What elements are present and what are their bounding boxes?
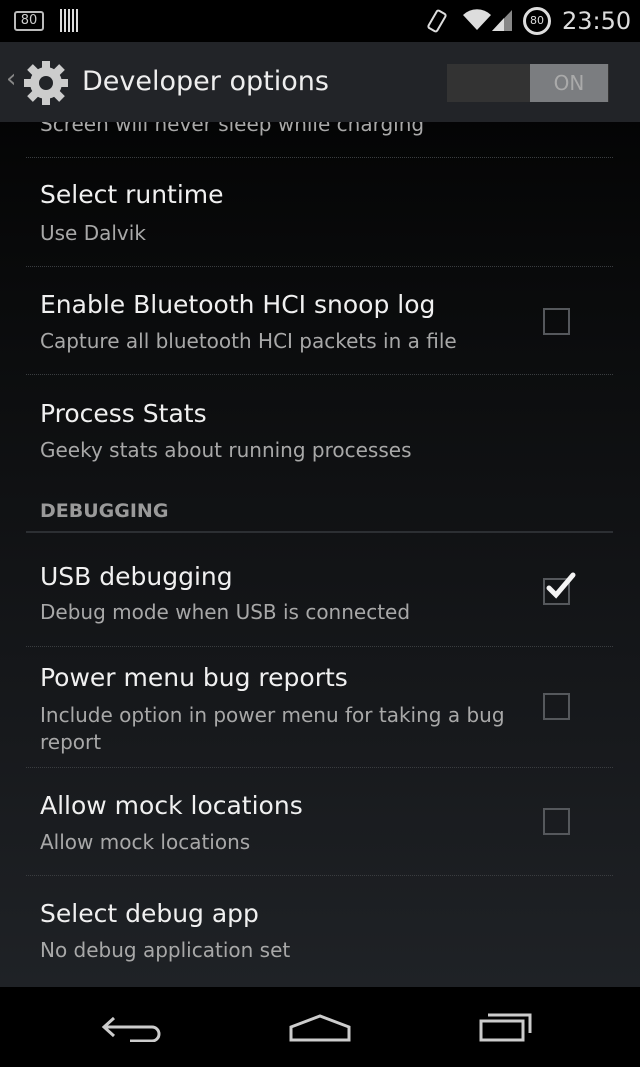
section-header-debugging: DEBUGGING xyxy=(40,500,169,522)
developer-options-toggle[interactable]: ON xyxy=(447,64,609,102)
item-title: Select debug app xyxy=(40,899,259,928)
screen-rotation-icon xyxy=(427,9,447,33)
notification-80-icon: 80 xyxy=(14,11,44,31)
list-item-bluetooth-hci-snoop-log[interactable]: Enable Bluetooth HCI snoop log Capture a… xyxy=(0,267,640,374)
toggle-on-label: ON xyxy=(530,64,608,102)
checkbox-checked[interactable] xyxy=(543,572,576,605)
status-bar: 80 80 23:50 xyxy=(0,0,640,42)
list-item-select-debug-app[interactable]: Select debug app No debug application se… xyxy=(0,876,640,986)
checkbox[interactable] xyxy=(543,693,570,720)
signal-icon xyxy=(492,10,512,31)
item-title: Allow mock locations xyxy=(40,791,303,820)
list-item-process-stats[interactable]: Process Stats Geeky stats about running … xyxy=(0,375,640,475)
item-summary: Allow mock locations xyxy=(40,830,251,854)
page-title: Developer options xyxy=(82,66,329,97)
home-icon[interactable] xyxy=(288,1013,352,1043)
item-title: Enable Bluetooth HCI snoop log xyxy=(40,290,436,319)
section-divider xyxy=(26,531,613,533)
item-summary: Use Dalvik xyxy=(40,221,146,245)
up-button[interactable]: ‹ xyxy=(0,42,74,122)
clock: 23:50 xyxy=(562,7,632,35)
list-item-power-menu-bug-reports[interactable]: Power menu bug reports Include option in… xyxy=(0,647,640,767)
list-item-select-runtime[interactable]: Select runtime Use Dalvik xyxy=(0,158,640,266)
item-title: USB debugging xyxy=(40,562,233,591)
checkmark-icon xyxy=(546,572,576,599)
back-caret-icon: ‹ xyxy=(6,64,17,94)
checkbox[interactable] xyxy=(543,308,570,335)
item-summary: Geeky stats about running processes xyxy=(40,438,412,462)
list-item-allow-mock-locations[interactable]: Allow mock locations Allow mock location… xyxy=(0,768,640,875)
item-summary: Capture all bluetooth HCI packets in a f… xyxy=(40,329,457,353)
recents-icon[interactable] xyxy=(478,1009,538,1043)
wifi-icon xyxy=(463,9,491,31)
gear-icon xyxy=(24,61,68,105)
navigation-bar xyxy=(0,987,640,1067)
item-title: Select runtime xyxy=(40,180,224,209)
back-icon[interactable] xyxy=(100,1012,164,1042)
barcode-icon xyxy=(60,9,79,32)
list-item-usb-debugging[interactable]: USB debugging Debug mode when USB is con… xyxy=(0,540,640,646)
item-summary: No debug application set xyxy=(40,938,291,962)
action-bar: ‹ Developer options ON xyxy=(0,42,640,122)
item-title: Process Stats xyxy=(40,399,207,428)
item-summary: Debug mode when USB is connected xyxy=(40,600,411,624)
item-title: Power menu bug reports xyxy=(40,663,348,692)
battery-circle-icon: 80 xyxy=(523,7,551,35)
item-summary: Include option in power menu for taking … xyxy=(40,703,505,754)
checkbox[interactable] xyxy=(543,808,570,835)
